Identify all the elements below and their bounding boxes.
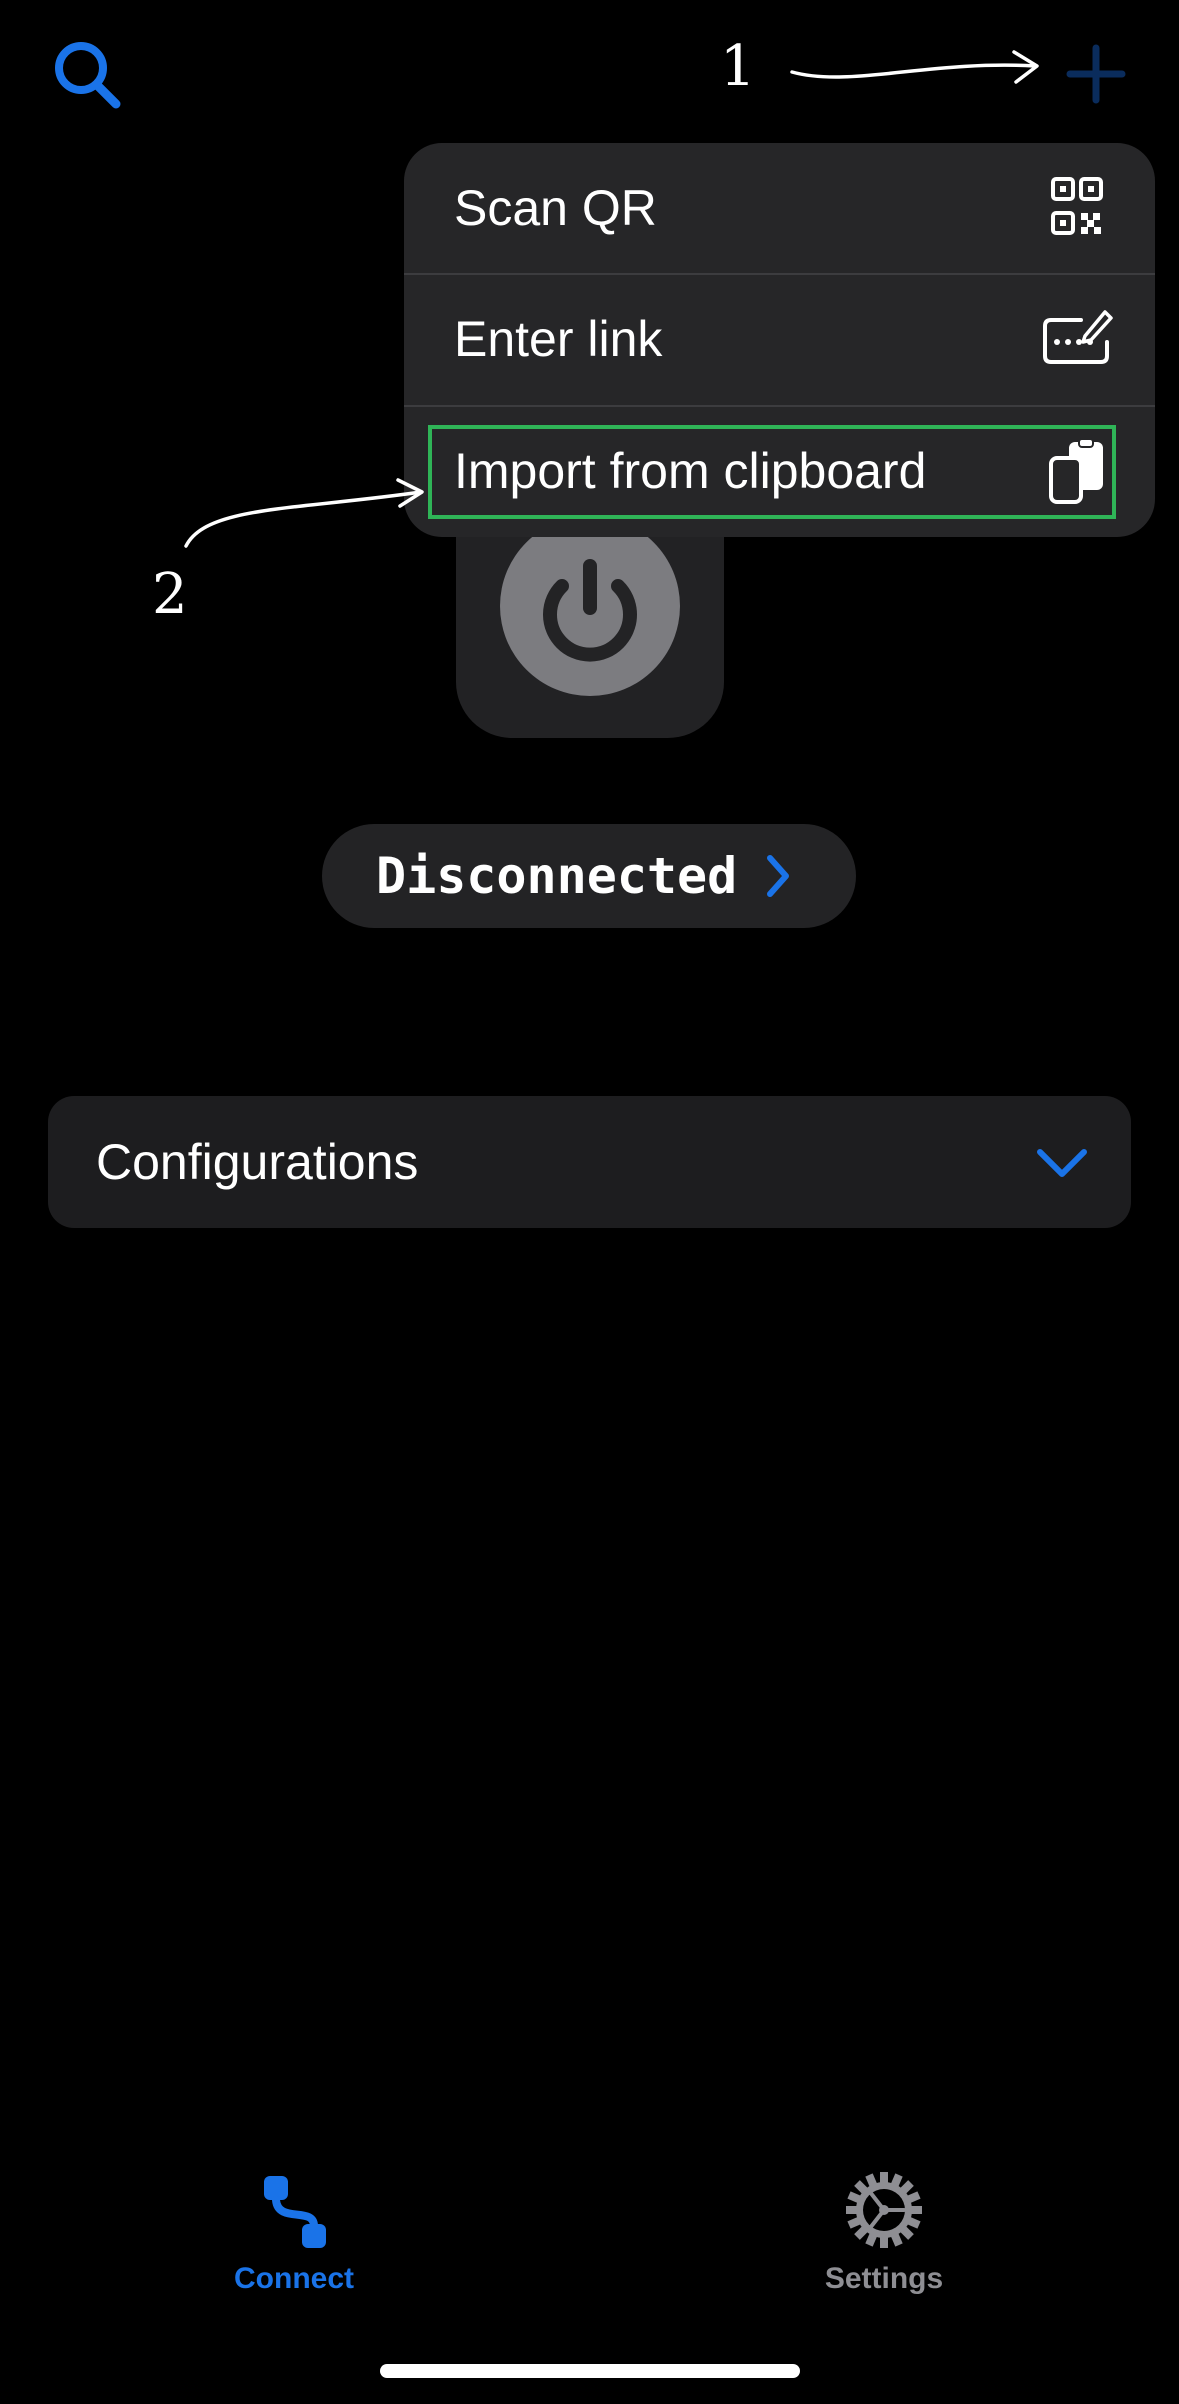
annotation-arrow-2 (184, 478, 424, 548)
menu-item-label: Enter link (454, 311, 663, 367)
gear-icon (846, 2172, 922, 2248)
tab-settings[interactable]: Settings (764, 2166, 1004, 2316)
highlight-box (428, 425, 1116, 519)
status-label: Disconnected (376, 847, 738, 905)
search-icon (55, 42, 121, 109)
power-button-circle[interactable] (500, 516, 680, 696)
annotation-step-2: 2 (152, 562, 188, 627)
annotation-step-1: 1 (720, 34, 756, 99)
tab-label-connect: Connect (234, 2262, 354, 2295)
qr-code-icon (1051, 177, 1103, 235)
keyboard-pen-icon (1043, 310, 1113, 364)
tab-connect[interactable]: Connect (174, 2166, 414, 2316)
chevron-down-icon (1037, 1149, 1087, 1177)
menu-item-label: Scan QR (454, 180, 657, 236)
search-button[interactable] (50, 38, 126, 114)
chevron-right-icon (767, 855, 789, 897)
menu-item-enter-link[interactable]: Enter link (404, 274, 1155, 404)
configurations-label: Configurations (96, 1134, 419, 1190)
home-indicator (380, 2364, 800, 2378)
add-button[interactable] (1058, 36, 1134, 112)
tab-label-settings: Settings (824, 2262, 944, 2295)
annotation-arrow-1 (790, 50, 1039, 84)
power-icon (543, 559, 637, 662)
connect-route-icon (264, 2176, 326, 2248)
plus-icon (1066, 44, 1126, 104)
menu-item-scan-qr[interactable]: Scan QR (404, 143, 1155, 273)
